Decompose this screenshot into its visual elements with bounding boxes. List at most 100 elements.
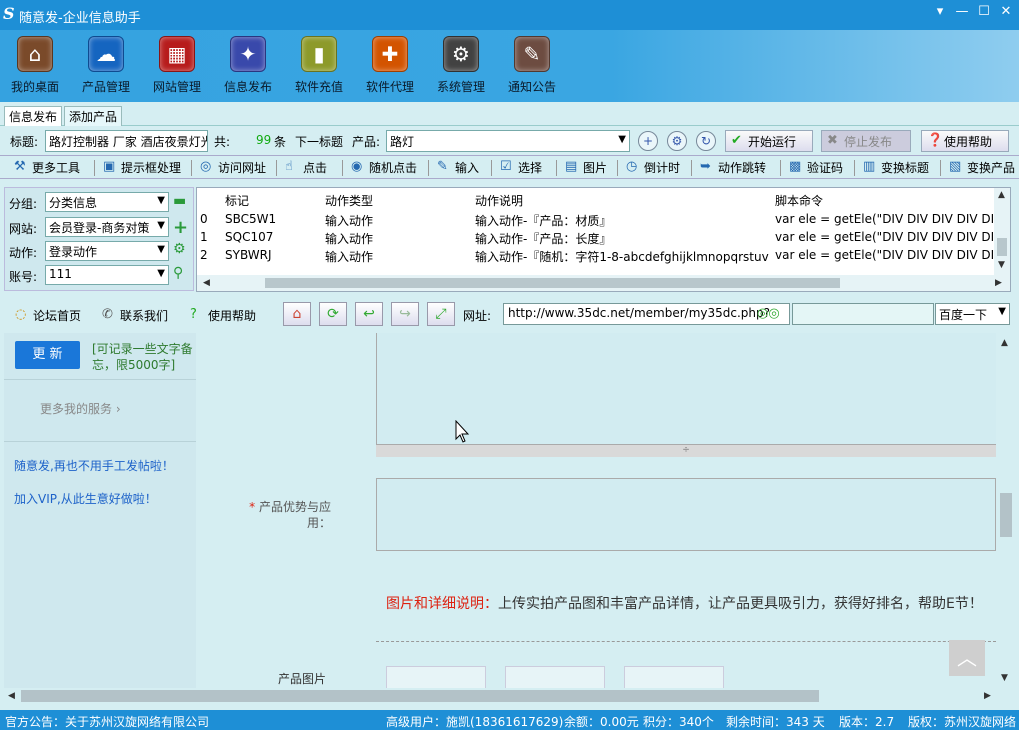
scroll-up-icon[interactable]: ▲ — [998, 190, 1005, 200]
grid-header-type[interactable]: 动作类型 — [325, 192, 373, 209]
product-select-value: 路灯 — [390, 135, 415, 149]
grid-header-desc[interactable]: 动作说明 — [475, 192, 523, 209]
ribbon-item-2[interactable]: ▦ 网站管理 — [147, 36, 207, 95]
toolbar-label: 选择 — [518, 161, 543, 175]
grid-horizontal-scrollbar[interactable]: ◀ ▶ — [197, 275, 1010, 291]
ribbon-item-6[interactable]: ⚙ 系统管理 — [431, 36, 491, 95]
usage-help-label: 使用帮助 — [208, 309, 257, 323]
back-button[interactable]: ↩ — [355, 302, 383, 326]
ribbon-item-3[interactable]: ✦ 信息发布 — [218, 36, 278, 95]
toolbar-item-2[interactable]: ◎ 访问网址 — [200, 159, 266, 177]
scroll-down-icon[interactable]: ▼ — [998, 260, 1005, 270]
content-horizontal-scrollbar[interactable]: ◀ ▶ — [4, 688, 998, 704]
usage-help-link[interactable]: ? 使用帮助 — [190, 307, 256, 324]
toolbar-item-8[interactable]: ◷ 倒计时 — [626, 159, 680, 177]
toolbar-item-4[interactable]: ◉ 随机点击 — [351, 159, 417, 177]
ribbon-item-7[interactable]: ✎ 通知公告 — [502, 36, 562, 95]
menu-dropdown-icon[interactable]: ▾ — [933, 4, 947, 19]
toolbar-item-12[interactable]: ▧ 变换产品 — [949, 159, 1015, 177]
toolbar-item-1[interactable]: ▣ 提示框处理 — [103, 159, 181, 177]
ribbon-item-5[interactable]: ✚ 软件代理 — [360, 36, 420, 95]
start-run-button[interactable]: ✔ 开始运行 — [725, 130, 813, 152]
stop-publish-button[interactable]: ✖ 停止发布 — [821, 130, 911, 152]
minimize-button[interactable]: — — [955, 4, 969, 19]
site-select[interactable]: 会员登录-商务对策 ▼ — [45, 217, 169, 237]
forum-home-link[interactable]: ◌ 论坛首页 — [15, 307, 81, 324]
tab-info-publish[interactable]: 信息发布 — [4, 106, 63, 126]
image-upload-slot[interactable] — [505, 666, 605, 688]
add-icon[interactable]: + — [173, 217, 188, 238]
close-button[interactable]: ✕ — [999, 4, 1013, 19]
image-upload-slot[interactable] — [624, 666, 724, 688]
ribbon-item-0[interactable]: ⌂ 我的桌面 — [5, 36, 65, 95]
product-select[interactable]: 路灯 ▼ — [386, 130, 630, 152]
image-desc-title: 图片和详细说明： — [386, 596, 498, 612]
toolbar-item-7[interactable]: ▤ 图片 — [565, 159, 607, 177]
grid-header-mark[interactable]: 标记 — [225, 192, 249, 209]
content-vertical-scrollbar[interactable]: ▲ ▼ — [998, 333, 1014, 688]
browser-nav-bar: ◌ 论坛首页 ✆ 联系我们 ? 使用帮助 ⌂ ⟳ ↩ ↪ ⤢ 网址: http://w… — [0, 298, 1019, 330]
grid-cell-idx: 2 — [200, 248, 208, 262]
go-icon[interactable]: ◎◎ — [757, 306, 780, 321]
feature-textarea[interactable] — [376, 478, 996, 551]
promo-link-2[interactable]: 加入VIP,从此生意好做啦！ — [14, 490, 157, 507]
content-vscroll-thumb[interactable] — [1000, 493, 1012, 537]
scroll-down-icon[interactable]: ▼ — [1001, 673, 1008, 683]
contact-us-link[interactable]: ✆ 联系我们 — [102, 307, 168, 324]
help-button[interactable]: ❓ 使用帮助 — [921, 130, 1009, 152]
maximize-button[interactable]: ☐ — [977, 4, 991, 19]
search-engine-select[interactable]: 百度一下 ▼ — [935, 303, 1010, 325]
question-icon: ? — [190, 307, 197, 322]
toolbar-label: 变换标题 — [881, 161, 930, 175]
toolbar-item-9[interactable]: ➥ 动作跳转 — [700, 159, 766, 177]
toolbar-item-10[interactable]: ▩ 验证码 — [789, 159, 843, 177]
grid-vscroll-thumb[interactable] — [997, 238, 1007, 256]
next-title-link[interactable]: 下一标题 — [295, 133, 343, 150]
scroll-up-icon[interactable]: ▲ — [1001, 338, 1008, 348]
scroll-right-icon[interactable]: ▶ — [984, 691, 991, 701]
url-input[interactable]: http://www.35dc.net/member/my35dc.php? — [503, 303, 790, 325]
editor-resize-handle[interactable]: ÷ — [376, 445, 996, 457]
back-to-top-button[interactable]: ︿ — [949, 640, 985, 676]
grid-header-script[interactable]: 脚本命令 — [775, 192, 823, 209]
settings-icon[interactable]: ⚙ — [667, 131, 687, 151]
scroll-left-icon[interactable]: ◀ — [203, 278, 210, 288]
add-circle-icon[interactable]: + — [638, 131, 658, 151]
grid-cell-desc: 输入动作-『产品：长度』 — [475, 232, 612, 246]
more-services-link[interactable]: 更多我的服务 › — [40, 400, 121, 417]
search-input[interactable] — [792, 303, 934, 325]
toolbar-item-0[interactable]: ⚒ 更多工具 — [14, 159, 80, 177]
refresh-button[interactable]: ⟳ — [319, 302, 347, 326]
account-select[interactable]: 111 ▼ — [45, 265, 169, 285]
action-select[interactable]: 登录动作 ▼ — [45, 241, 169, 261]
home-button[interactable]: ⌂ — [283, 302, 311, 326]
toolbar-item-11[interactable]: ▥ 变换标题 — [863, 159, 929, 177]
promo-link-1[interactable]: 随意发,再也不用手工发帖啦！ — [14, 457, 174, 474]
folder-icon[interactable]: ▬ — [173, 193, 186, 209]
image-upload-slot[interactable] — [386, 666, 486, 688]
site-value: 会员登录-商务对策 — [49, 221, 150, 235]
official-announcement[interactable]: 官方公告：关于苏州汉旋网络有限公司 — [5, 713, 209, 730]
title-field[interactable]: 路灯控制器 厂家 酒店夜景灯光 — [45, 130, 208, 152]
toolbar-label: 点击 — [303, 161, 328, 175]
grid-hscroll-thumb[interactable] — [265, 278, 840, 288]
scroll-right-icon[interactable]: ▶ — [995, 278, 1002, 288]
version: 版本：2.7 — [839, 715, 895, 729]
toolbar-item-6[interactable]: ☑ 选择 — [500, 159, 542, 177]
update-button[interactable]: 更 新 — [15, 341, 80, 369]
gear-icon[interactable]: ⚙ — [173, 241, 186, 257]
refresh-icon[interactable]: ↻ — [696, 131, 716, 151]
toolbar-item-3[interactable]: ☝ 点击 — [285, 159, 327, 177]
content-hscroll-thumb[interactable] — [21, 690, 819, 702]
gear-icon: ⚙ — [443, 36, 479, 72]
tab-add-product[interactable]: 添加产品 — [64, 106, 123, 126]
scroll-left-icon[interactable]: ◀ — [8, 691, 15, 701]
ribbon-item-4[interactable]: ▮ 软件充值 — [289, 36, 349, 95]
toolbar-item-5[interactable]: ✎ 输入 — [437, 159, 479, 177]
grid-vertical-scrollbar[interactable]: ▲ ▼ — [994, 188, 1010, 276]
forward-button[interactable]: ↪ — [391, 302, 419, 326]
group-select[interactable]: 分类信息 ▼ — [45, 192, 169, 212]
fullscreen-button[interactable]: ⤢ — [427, 302, 455, 326]
ribbon-item-1[interactable]: ☁ 产品管理 — [76, 36, 136, 95]
search-icon[interactable]: ⚲ — [173, 265, 183, 281]
